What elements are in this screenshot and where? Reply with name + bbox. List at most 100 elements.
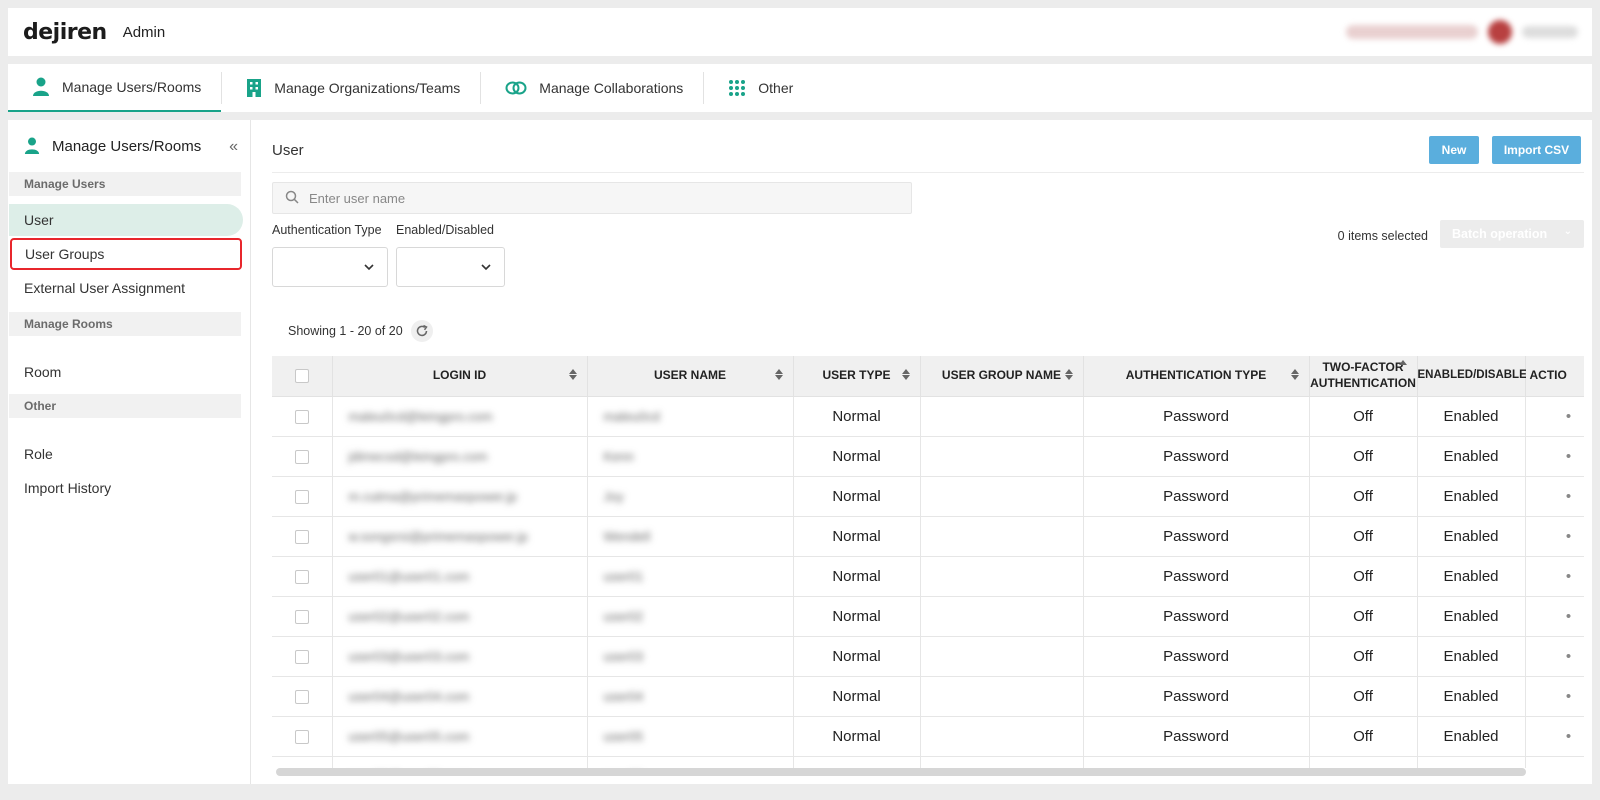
table-row[interactable]: user04@user04.com user04 Normal Password Off…	[272, 676, 1584, 717]
user-info-blurred	[1346, 25, 1478, 39]
row-select-cell	[272, 636, 333, 677]
user-name-cell: maleu0cd	[587, 396, 794, 437]
two-factor-cell: Off	[1309, 436, 1418, 477]
actions-cell: •	[1525, 476, 1584, 517]
row-checkbox[interactable]	[294, 609, 309, 624]
login-id-cell-text: user03@user03.com	[348, 648, 470, 664]
row-checkbox[interactable]	[294, 649, 309, 664]
pagination-summary: Showing 1 - 20 of 20	[288, 320, 433, 342]
table-row[interactable]: maleu0cd@leingpro.com maleu0cd Normal Passw…	[272, 396, 1584, 437]
two-factor-cell-text: Off	[1353, 487, 1373, 505]
sidebar-item-import-history[interactable]: Import History	[9, 472, 243, 504]
sidebar-item-user[interactable]: User	[9, 204, 243, 236]
more-actions-icon[interactable]: •	[1566, 448, 1571, 465]
col-enabled-disabled[interactable]: ENABLED/DISABLED	[1417, 356, 1535, 397]
auth-type-cell-text: Password	[1163, 407, 1229, 425]
row-checkbox[interactable]	[294, 689, 309, 704]
batch-operation-button[interactable]: Batch operation ⌄	[1440, 220, 1584, 248]
row-checkbox[interactable]	[294, 569, 309, 584]
enabled-disabled-select[interactable]	[396, 247, 505, 287]
status-cell: Enabled	[1417, 596, 1526, 637]
user-name-cell-text: Joy	[603, 488, 624, 504]
col-user-type[interactable]: USER TYPE	[793, 356, 921, 397]
import-csv-button[interactable]: Import CSV	[1492, 136, 1581, 164]
user-name-cell: Wendell	[587, 516, 794, 557]
page-title: User	[272, 142, 304, 159]
search-input[interactable]: Enter user name	[272, 182, 912, 214]
select-all-checkbox[interactable]	[294, 368, 309, 383]
user-account-area[interactable]	[1346, 20, 1578, 44]
more-actions-icon[interactable]: •	[1566, 408, 1571, 425]
status-cell: Enabled	[1417, 716, 1526, 757]
row-checkbox[interactable]	[294, 529, 309, 544]
table-row[interactable]: user02@user02.com user02 Normal Password Off…	[272, 596, 1584, 637]
status-cell: Enabled	[1417, 476, 1526, 517]
auth-type-cell-text: Password	[1163, 447, 1229, 465]
app-logo[interactable]: dejiren	[23, 20, 107, 45]
user-group-cell	[920, 596, 1084, 637]
tab-manage-organizations-teams[interactable]: Manage Organizations/Teams	[222, 64, 480, 112]
table-row[interactable]: w.songsrsi@primemaspower.jp Wendell Normal…	[272, 516, 1584, 557]
status-cell-text: Enabled	[1443, 447, 1499, 465]
table-row[interactable]: user03@user03.com user03 Normal Password Off…	[272, 636, 1584, 677]
search-icon	[285, 190, 299, 207]
sidebar-item-room[interactable]: Room	[9, 356, 243, 388]
user-type-cell-text: Normal	[832, 607, 881, 625]
row-checkbox[interactable]	[294, 729, 309, 744]
user-type-cell: Normal	[793, 636, 921, 677]
table-row[interactable]: m.cutma@primemaspower.jp Joy Normal Passwor…	[272, 476, 1584, 517]
main-content: User New Import CSV Enter user name Auth…	[251, 120, 1592, 784]
more-actions-icon[interactable]: •	[1566, 728, 1571, 745]
more-actions-icon[interactable]: •	[1566, 648, 1571, 665]
row-checkbox[interactable]	[294, 409, 309, 424]
login-id-cell: jdimecsd@leingpro.com	[332, 436, 588, 477]
actions-cell: •	[1525, 436, 1584, 477]
horizontal-scrollbar[interactable]	[276, 768, 1526, 776]
auth-type-select[interactable]	[272, 247, 388, 287]
col-login-id[interactable]: LOGIN ID	[332, 356, 588, 397]
user-group-cell	[920, 636, 1084, 677]
table-row[interactable]: user01@user01.com user01 Normal Password Off…	[272, 556, 1584, 597]
col-authentication-type[interactable]: AUTHENTICATION TYPE	[1083, 356, 1310, 397]
user-type-cell-text: Normal	[832, 727, 881, 745]
showing-text: Showing 1 - 20 of 20	[288, 324, 403, 338]
table-row[interactable]: user05@user05.com user05 Normal Password Off…	[272, 716, 1584, 757]
two-factor-cell-text: Off	[1353, 727, 1373, 745]
avatar[interactable]	[1488, 20, 1512, 44]
collapse-sidebar-icon[interactable]: «	[229, 138, 238, 156]
more-actions-icon[interactable]: •	[1566, 688, 1571, 705]
tab-manage-collaborations[interactable]: Manage Collaborations	[481, 64, 703, 112]
more-actions-icon[interactable]: •	[1566, 768, 1571, 769]
status-cell-text: Enabled	[1443, 647, 1499, 665]
table-row[interactable]: jdimecsd@leingpro.com Kenn Normal Password O…	[272, 436, 1584, 477]
more-actions-icon[interactable]: •	[1566, 568, 1571, 585]
user-name-cell: user05	[587, 716, 794, 757]
sidebar-item-external-user-assignment[interactable]: External User Assignment	[9, 272, 243, 304]
tab-other[interactable]: Other	[704, 64, 813, 112]
user-name-blurred	[1522, 26, 1578, 38]
user-type-cell: Normal	[793, 596, 921, 637]
col-two-factor[interactable]: TWO-FACTOR AUTHENTICATION	[1309, 356, 1418, 397]
tab-manage-users-rooms[interactable]: Manage Users/Rooms	[8, 64, 222, 112]
auth-type-cell: Password	[1083, 716, 1310, 757]
table-row[interactable]: user06@user06.comuser06Normal PasswordOff…	[272, 756, 1584, 768]
sidebar-item-user-groups[interactable]: User Groups	[10, 238, 242, 270]
two-factor-cell-text: Off	[1353, 407, 1373, 425]
login-id-cell: user05@user05.com	[332, 716, 588, 757]
col-actions: ACTIO	[1525, 356, 1584, 397]
user-group-cell	[920, 476, 1084, 517]
refresh-icon[interactable]	[410, 320, 433, 342]
actions-cell: •	[1525, 556, 1584, 597]
new-button[interactable]: New	[1429, 136, 1479, 164]
more-actions-icon[interactable]: •	[1566, 488, 1571, 505]
row-checkbox[interactable]	[294, 489, 309, 504]
more-actions-icon[interactable]: •	[1566, 608, 1571, 625]
col-user-name[interactable]: USER NAME	[587, 356, 794, 397]
user-type-cell-text: Normal	[832, 487, 881, 505]
auth-type-cell: Password	[1083, 516, 1310, 557]
col-user-group-name[interactable]: USER GROUP NAME	[920, 356, 1084, 397]
sidebar-item-role[interactable]: Role	[9, 438, 243, 470]
row-checkbox[interactable]	[294, 449, 309, 464]
more-actions-icon[interactable]: •	[1566, 528, 1571, 545]
sort-icon	[1290, 369, 1299, 380]
